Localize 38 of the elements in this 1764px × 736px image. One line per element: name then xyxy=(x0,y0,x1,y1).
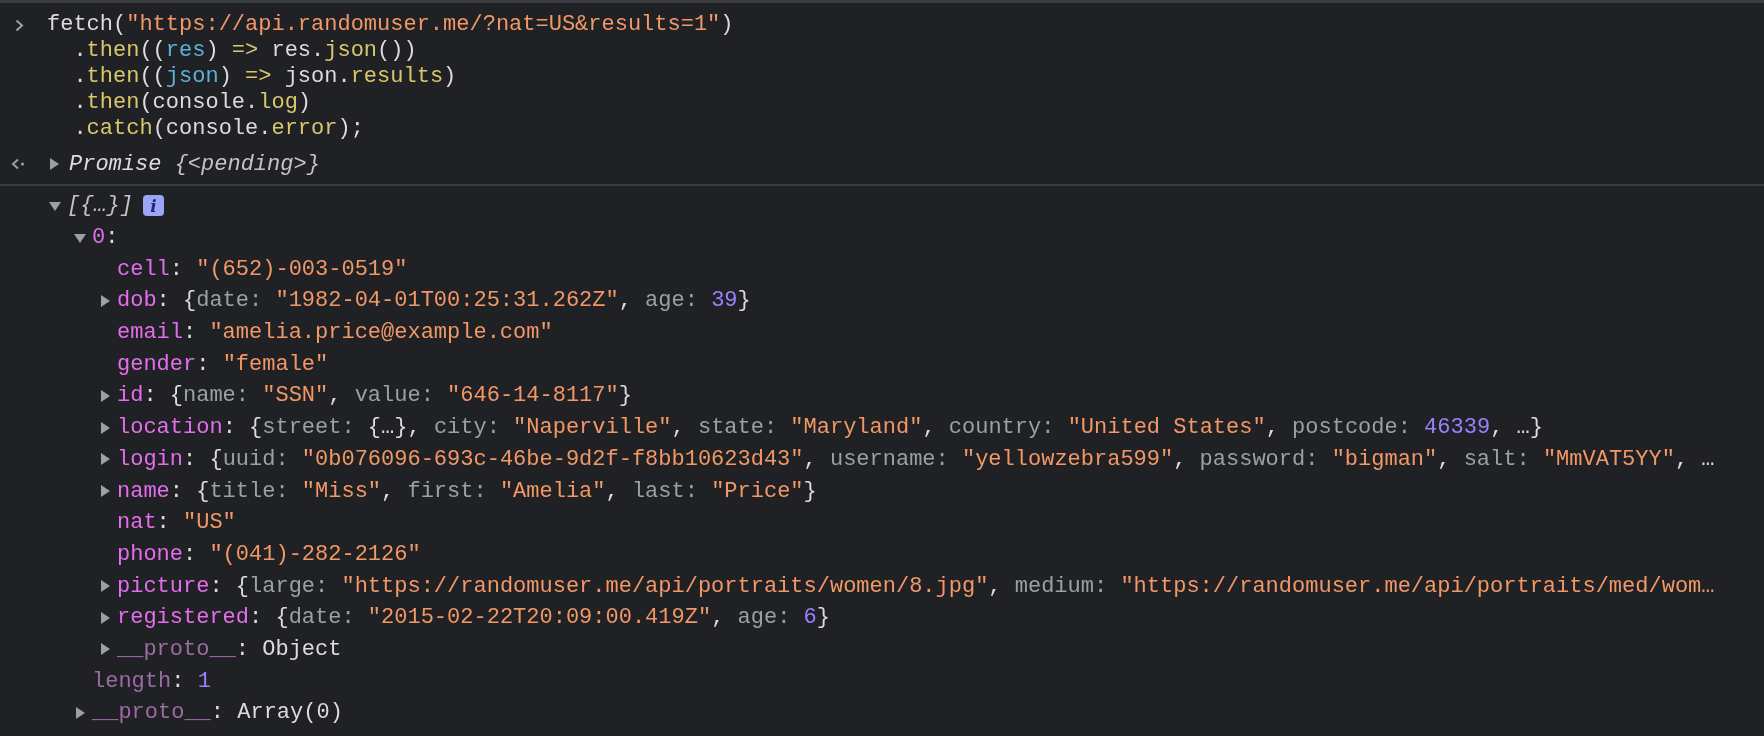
collapsed-triangle-icon[interactable] xyxy=(99,643,111,656)
collapsed-triangle-icon[interactable] xyxy=(99,453,111,466)
property-value: nat: "US" xyxy=(117,510,236,536)
property-value: cell: "(652)-003-0519" xyxy=(117,256,408,282)
code-line: .then((json) => json.results) xyxy=(72,64,458,90)
collapsed-triangle-icon[interactable] xyxy=(99,485,111,498)
property-row[interactable]: __proto__: Object xyxy=(117,636,342,662)
code-line: .then(console.log) xyxy=(72,90,313,116)
property-row[interactable]: location: {street: {…}, city: "Naperville", state: "Maryland", country: "United States", postcode: 46339, …} xyxy=(117,415,1543,441)
expanded-triangle-icon[interactable] xyxy=(74,231,86,244)
property-row[interactable]: login: {uuid: "0b076096-693c-46be-9d2f-f8bb10623d43", username: "yellowzebra599", password: "bigman", salt: "MmVAT5YY", … xyxy=(117,446,1715,472)
property-row[interactable]: picture: {large: "https://randomuser.me/api/portraits/women/8.jpg", medium: "https://randomuser.me/api/portraits/med/wom… xyxy=(117,573,1715,599)
property-row[interactable]: [{…}] xyxy=(67,193,133,219)
property-value: phone: "(041)-282-2126" xyxy=(117,541,421,567)
collapsed-triangle-icon[interactable] xyxy=(99,421,111,434)
property-value: email: "amelia.price@example.com" xyxy=(117,320,553,346)
collapsed-triangle-icon[interactable] xyxy=(74,706,86,719)
property-row[interactable]: registered: {date: "2015-02-22T20:09:00.419Z", age: 6} xyxy=(117,605,830,631)
code-line: .then((res) => res.json()) xyxy=(72,38,418,64)
code-line: fetch("https://api.randomuser.me/?nat=US&results=1") xyxy=(47,12,734,38)
collapsed-triangle-icon[interactable] xyxy=(48,158,60,170)
collapsed-triangle-icon[interactable] xyxy=(99,294,111,307)
collapsed-triangle-icon[interactable] xyxy=(99,580,111,593)
property-row[interactable]: __proto__: Array(0) xyxy=(92,700,343,726)
property-row[interactable]: name: {title: "Miss", first: "Amelia", last: "Price"} xyxy=(117,478,817,504)
property-row[interactable]: 0: xyxy=(92,225,119,251)
property-value: gender: "female" xyxy=(117,351,329,377)
collapsed-triangle-icon[interactable] xyxy=(99,389,111,402)
property-row[interactable]: dob: {date: "1982-04-01T00:25:31.262Z", age: 39} xyxy=(117,288,751,314)
collapsed-triangle-icon[interactable] xyxy=(99,611,111,624)
code-line: .catch(console.error); xyxy=(72,116,365,142)
promise-value: Promise {<pending>} xyxy=(69,151,320,177)
property-value: length: 1 xyxy=(92,668,211,694)
prompt-chevron-icon xyxy=(15,19,24,32)
expanded-triangle-icon[interactable] xyxy=(49,199,61,212)
property-row[interactable]: id: {name: "SSN", value: "646-14-8117"} xyxy=(117,383,632,409)
info-badge[interactable]: i xyxy=(143,195,164,217)
return-value-icon xyxy=(11,158,25,170)
